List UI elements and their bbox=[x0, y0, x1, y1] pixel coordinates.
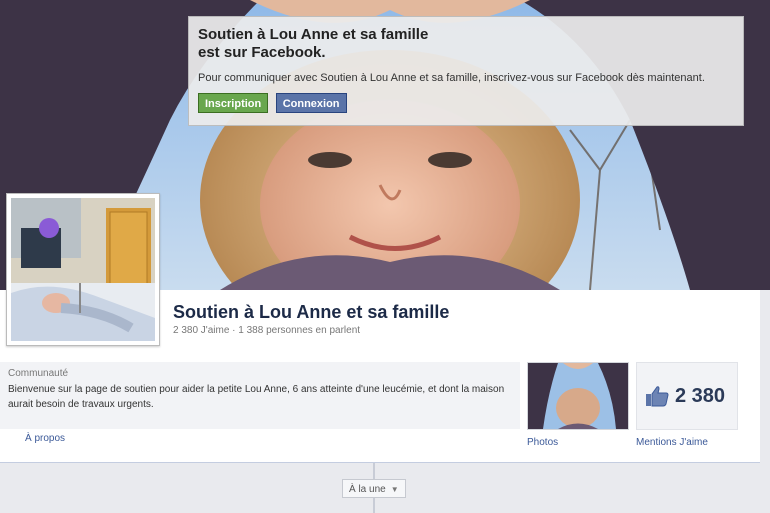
photos-thumbnail[interactable] bbox=[527, 362, 629, 430]
about-box: Communauté Bienvenue sur la page de sout… bbox=[0, 362, 520, 429]
login-button[interactable]: Connexion bbox=[275, 93, 347, 113]
about-text: Bienvenue sur la page de soutien pour ai… bbox=[8, 384, 505, 410]
about-link[interactable]: À propos bbox=[25, 433, 65, 444]
signup-title-line2: est sur Facebook. bbox=[198, 44, 326, 61]
likes-box[interactable]: 2 380 bbox=[636, 362, 738, 430]
timeline-highlights-dropdown[interactable]: À la une ▼ bbox=[342, 479, 406, 498]
chevron-down-icon: ▼ bbox=[390, 485, 399, 494]
thumbs-up-icon bbox=[645, 385, 669, 412]
photos-label[interactable]: Photos bbox=[527, 437, 558, 448]
profile-picture[interactable] bbox=[6, 193, 160, 346]
page-category: Communauté bbox=[8, 368, 69, 379]
timeline-button-label: À la une bbox=[349, 484, 386, 495]
signup-title-line1: Soutien à Lou Anne et sa famille bbox=[198, 26, 429, 43]
page-stats: 2 380 J'aime · 1 388 personnes en parlen… bbox=[173, 325, 361, 336]
likes-label[interactable]: Mentions J'aime bbox=[636, 437, 708, 448]
page-title: Soutien à Lou Anne et sa famille bbox=[173, 302, 450, 322]
signup-title: Soutien à Lou Anne et sa famille est sur… bbox=[198, 26, 468, 62]
signup-description: Pour communiquer avec Soutien à Lou Anne… bbox=[198, 72, 705, 84]
signup-button[interactable]: Inscription bbox=[198, 93, 269, 113]
likes-count: 2 380 bbox=[675, 385, 726, 407]
signup-overlay: Soutien à Lou Anne et sa famille est sur… bbox=[188, 16, 744, 126]
